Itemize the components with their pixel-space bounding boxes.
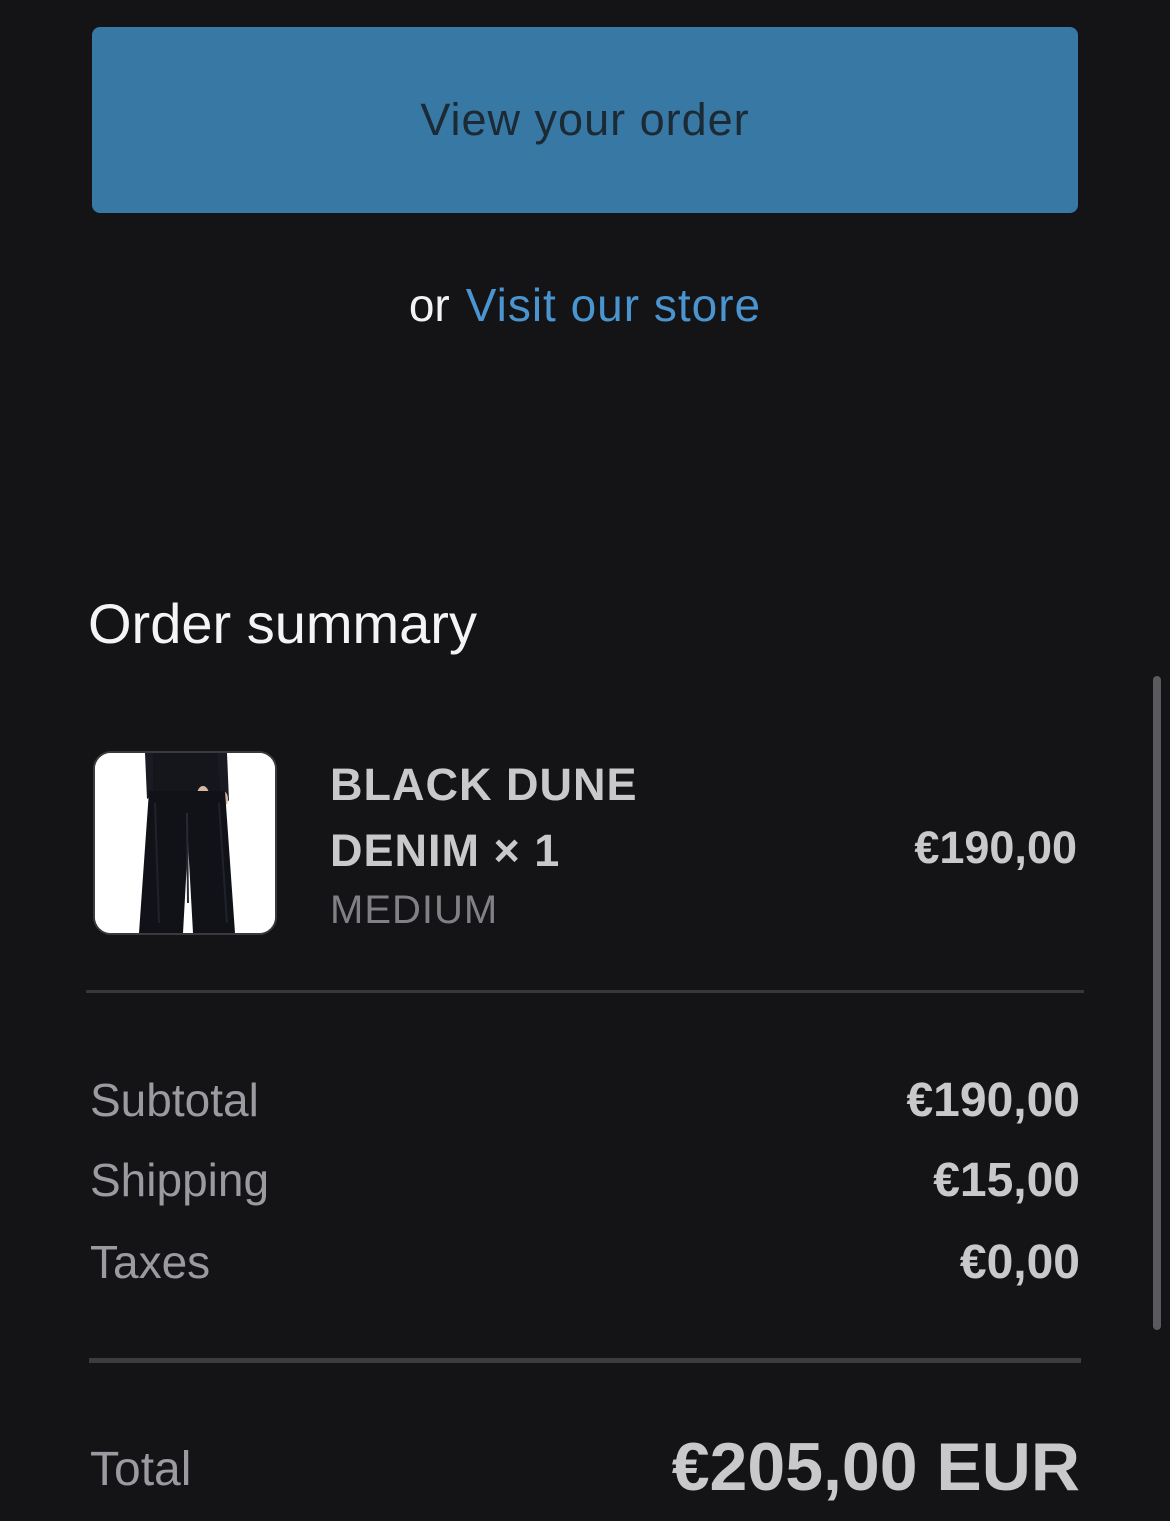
product-image (93, 751, 277, 935)
subtotal-label: Subtotal (90, 1074, 259, 1126)
taxes-row: Taxes €0,00 (90, 1232, 1080, 1292)
divider (86, 990, 1084, 993)
visit-store-line: or Visit our store (0, 278, 1170, 332)
product-variant: MEDIUM (330, 888, 499, 932)
subtotal-value: €190,00 (906, 1073, 1080, 1127)
order-confirmation-page: View your order or Visit our store Order … (0, 0, 1170, 1521)
total-value: €205,00 EUR (671, 1429, 1080, 1505)
visit-store-link[interactable]: Visit our store (466, 279, 761, 331)
shipping-row: Shipping €15,00 (90, 1150, 1080, 1210)
shipping-label: Shipping (90, 1154, 270, 1206)
view-order-button[interactable]: View your order (92, 27, 1078, 213)
scrollbar[interactable] (1153, 676, 1161, 1330)
taxes-value: €0,00 (959, 1235, 1080, 1289)
or-text: or (408, 279, 450, 331)
total-divider (89, 1358, 1081, 1363)
product-photo-icon (95, 753, 275, 933)
shipping-value: €15,00 (933, 1153, 1080, 1207)
subtotal-row: Subtotal €190,00 (90, 1070, 1080, 1130)
total-label: Total (90, 1443, 192, 1496)
product-name: BLACK DUNE DENIM × 1 (330, 759, 638, 876)
order-summary-title: Order summary (88, 592, 477, 655)
taxes-label: Taxes (90, 1236, 211, 1288)
product-price: €190,00 (914, 822, 1077, 873)
